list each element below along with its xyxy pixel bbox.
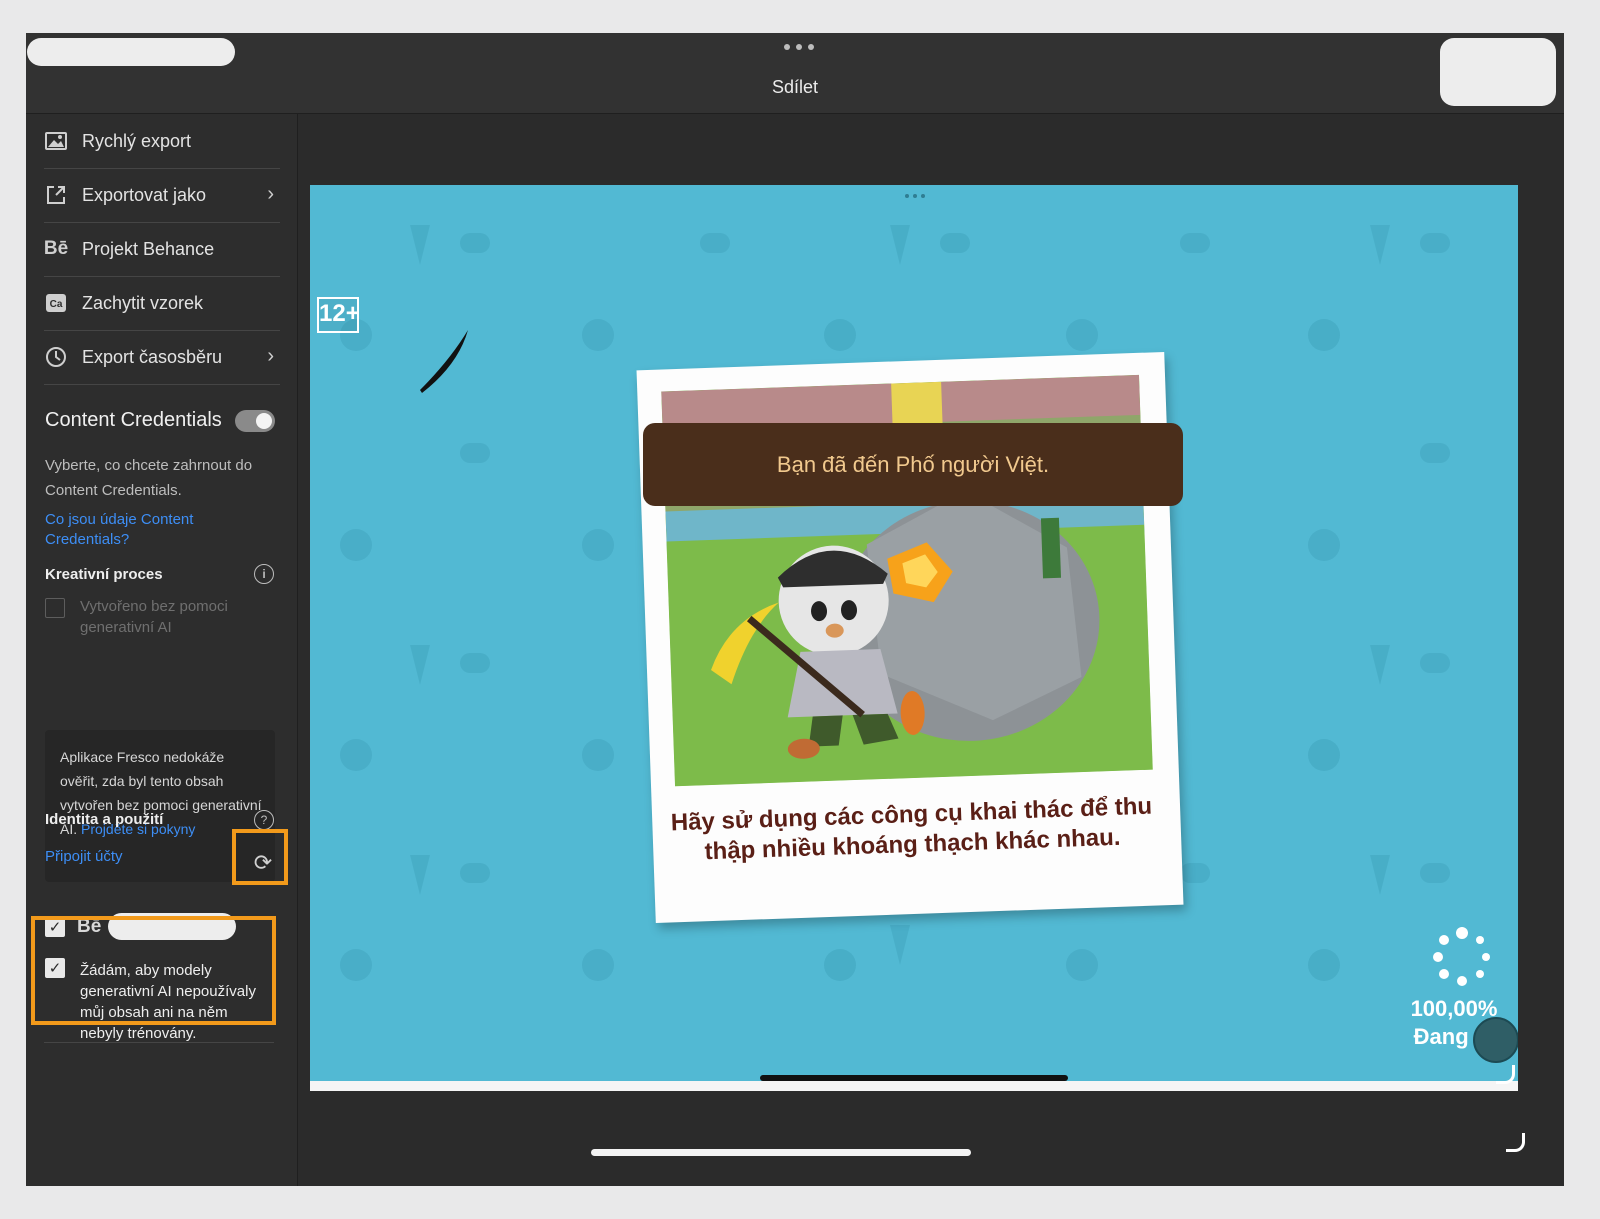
help-icon[interactable]: ? [254,810,274,830]
no-genai-checkbox[interactable] [45,598,65,618]
ai-training-optout-label: Žádám, aby modely generativní AI nepouží… [80,962,256,1042]
menu-item-label: Projekt Behance [82,238,215,259]
age-rating-badge: 12+ [317,297,360,333]
content-credentials-description: Vyberte, co chcete zahrnout do Content C… [45,457,253,499]
content-credentials-toggle[interactable] [235,410,275,432]
image-icon [44,129,68,153]
menu-item-label: Zachytit vzorek [82,292,204,313]
refresh-icon[interactable]: ⟳ [250,850,276,876]
info-icon[interactable]: i [254,564,274,584]
page-title: Sdílet [771,77,819,97]
svg-text:Ca: Ca [50,299,63,310]
export-icon [44,183,68,207]
location-banner: Bạn đã đến Phố người Việt. [643,423,1183,506]
loading-spinner-icon [1433,927,1490,986]
window-resize-handle-icon[interactable] [1506,1133,1525,1152]
menu-item-label: Rychlý export [82,130,192,151]
content-credentials-help-link[interactable]: Co jsou údaje Content Credentials? [45,510,275,550]
share-sidebar: Rychlý export Exportovat jako › Bē Proje… [26,114,298,1186]
menu-item-label: Exportovat jako [82,184,207,205]
behance-icon: Bē [43,238,69,259]
more-options-icon[interactable] [784,43,814,51]
artwork-preview[interactable]: 12+ Bạn đã đến Phố người Việt. Hãy sử dụ… [310,185,1518,1091]
redacted-area [27,38,235,66]
menu-item-capture-sample[interactable]: Ca Zachytit vzorek [44,276,280,331]
identity-heading: Identita a použití [45,811,164,828]
menu-item-behance-project[interactable]: Bē Projekt Behance [44,222,280,277]
no-genai-label: Vytvořeno bez pomoci generativní AI [80,598,228,636]
chevron-right-icon: › [267,183,274,205]
content-credentials-title: Content Credentials [45,409,222,431]
top-bar: Sdílet [26,33,1564,114]
redacted-area [1440,38,1556,106]
creative-process-heading: Kreativní proces [45,566,163,583]
menu-item-timelapse-export[interactable]: Export časosběru › [44,330,280,385]
menu-item-quick-export[interactable]: Rychlý export [44,114,280,169]
app-window: Sdílet Rychlý export Exportovat jako › B… [26,33,1564,1186]
menu-item-label: Export časosběru [82,346,223,367]
menu-item-export-as[interactable]: Exportovat jako › [44,168,280,223]
divider [44,1042,274,1043]
capture-icon: Ca [44,291,68,315]
canvas-handle-icon[interactable] [905,194,925,200]
preview-scroll-indicator [760,1075,1068,1081]
clock-icon [44,345,68,369]
preview-bottom-edge [310,1081,1518,1091]
profile-avatar-button[interactable] [1473,1017,1518,1063]
home-indicator [591,1149,971,1156]
ai-training-optout-checkbox[interactable]: ✓ [45,958,65,978]
chevron-right-icon: › [267,345,274,367]
